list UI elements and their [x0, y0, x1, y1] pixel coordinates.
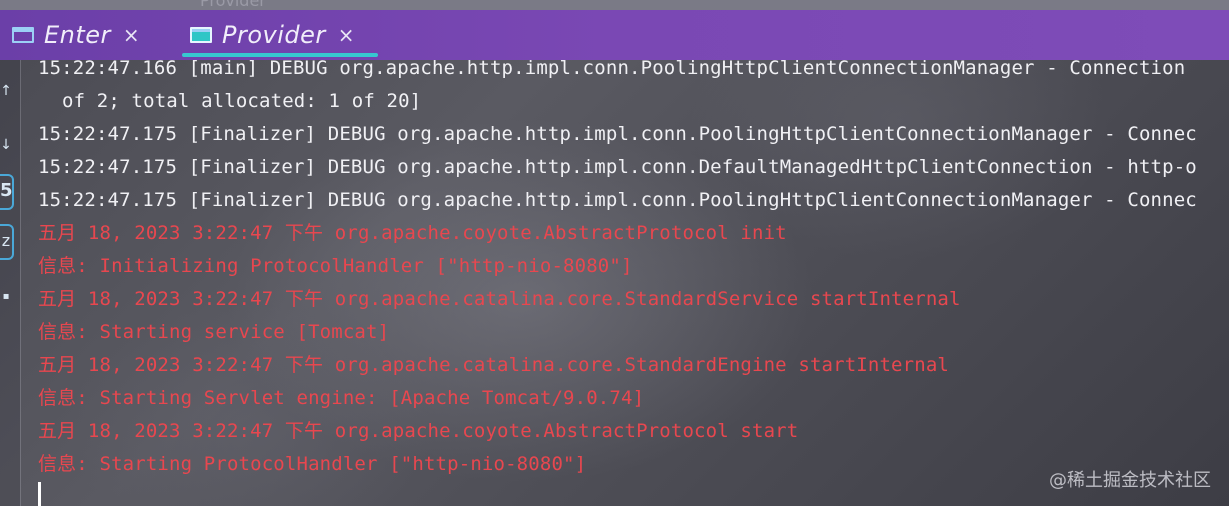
log-line: 五月 18, 2023 3:22:47 下午 org.apache.catali… — [38, 288, 961, 310]
console-output[interactable]: 15:22:47.166 [main] DEBUG org.apache.htt… — [38, 52, 1229, 492]
close-icon[interactable]: × — [338, 25, 355, 45]
print-icon[interactable]: ▪ — [0, 290, 12, 304]
tab-label: Provider — [222, 21, 326, 49]
console-toolbar: ↑ ↓ 5 z ▪ — [0, 60, 20, 506]
log-line: 信息: Starting Servlet engine: [Apache Tom… — [38, 387, 645, 409]
log-line: 15:22:47.175 [Finalizer] DEBUG org.apach… — [38, 189, 1197, 211]
gutter-divider — [20, 60, 21, 506]
log-line: 五月 18, 2023 3:22:47 下午 org.apache.coyote… — [38, 222, 787, 244]
background-window-title: Provider — [200, 0, 266, 8]
terminal-window-icon — [10, 25, 36, 45]
soft-wrap-icon: 5 — [0, 180, 13, 201]
terminal-window-icon — [188, 25, 214, 45]
log-line: 五月 18, 2023 3:22:47 下午 org.apache.catali… — [38, 354, 950, 376]
scroll-down-icon[interactable]: ↓ — [0, 138, 12, 152]
log-line: 15:22:47.175 [Finalizer] DEBUG org.apach… — [38, 156, 1197, 178]
log-line: 15:22:47.175 [Finalizer] DEBUG org.apach… — [38, 123, 1197, 145]
close-icon[interactable]: × — [123, 25, 140, 45]
log-line: 五月 18, 2023 3:22:47 下午 org.apache.coyote… — [38, 420, 799, 442]
tab-label: Enter — [44, 21, 111, 49]
log-line: of 2; total allocated: 1 of 20] — [62, 90, 422, 112]
log-line: 信息: Initializing ProtocolHandler ["http-… — [38, 255, 633, 277]
scroll-up-icon[interactable]: ↑ — [0, 84, 12, 98]
log-line: 信息: Starting service [Tomcat] — [38, 321, 390, 343]
log-line: 15:22:47.166 [main] DEBUG org.apache.htt… — [38, 57, 1186, 79]
scroll-to-end-icon: z — [1, 231, 11, 250]
watermark: @稀土掘金技术社区 — [1049, 470, 1211, 491]
text-cursor — [38, 482, 41, 506]
